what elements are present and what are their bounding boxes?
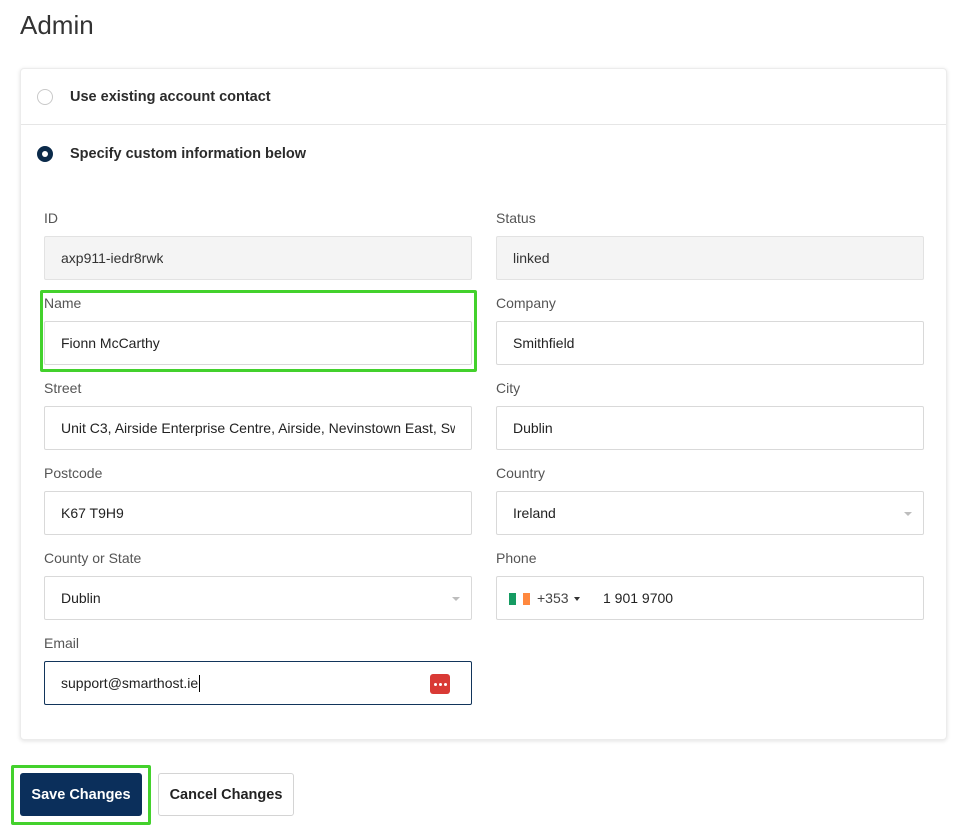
company-input[interactable]: Smithfield <box>496 321 924 365</box>
status-field: linked <box>496 236 924 280</box>
save-changes-button[interactable]: Save Changes <box>20 773 142 816</box>
email-label: Email <box>44 635 80 651</box>
phone-number-value: 1 901 9700 <box>603 590 674 606</box>
page-title: Admin <box>20 10 94 40</box>
county-state-label: County or State <box>44 550 142 566</box>
name-input[interactable]: Fionn McCarthy <box>44 321 472 365</box>
id-value: axp911-iedr8rwk <box>61 250 164 266</box>
company-value: Smithfield <box>513 335 575 351</box>
phone-input[interactable]: +353 1 901 9700 <box>496 576 924 620</box>
city-input[interactable]: Dublin <box>496 406 924 450</box>
postcode-value: K67 T9H9 <box>61 505 124 521</box>
ireland-flag-icon[interactable] <box>509 593 530 605</box>
name-label: Name <box>44 295 82 311</box>
chevron-down-icon <box>452 597 460 601</box>
option-custom-info-label: Specify custom information below <box>70 146 307 162</box>
option-existing-contact[interactable]: Use existing account contact <box>21 69 946 125</box>
id-label: ID <box>44 210 58 226</box>
status-label: Status <box>496 210 536 226</box>
postcode-input[interactable]: K67 T9H9 <box>44 491 472 535</box>
radio-custom-info[interactable] <box>37 146 53 162</box>
status-value: linked <box>513 250 550 266</box>
password-manager-icon[interactable] <box>430 674 450 694</box>
street-label: Street <box>44 380 82 396</box>
country-label: Country <box>496 465 546 481</box>
street-value: Unit C3, Airside Enterprise Centre, Airs… <box>61 420 455 436</box>
cancel-changes-button[interactable]: Cancel Changes <box>158 773 294 816</box>
phone-label: Phone <box>496 550 537 566</box>
country-select[interactable]: Ireland <box>496 491 924 535</box>
radio-existing-contact[interactable] <box>37 88 53 105</box>
email-input[interactable]: support@smarthost.ie <box>44 661 472 705</box>
name-value: Fionn McCarthy <box>61 335 160 351</box>
county-state-value: Dublin <box>61 590 101 606</box>
country-value: Ireland <box>513 505 556 521</box>
id-field: axp911-iedr8rwk <box>44 236 472 280</box>
email-value: support@smarthost.ie <box>61 675 199 691</box>
city-label: City <box>496 380 521 396</box>
street-input[interactable]: Unit C3, Airside Enterprise Centre, Airs… <box>44 406 472 450</box>
city-value: Dublin <box>513 420 553 436</box>
company-label: Company <box>496 295 556 311</box>
postcode-label: Postcode <box>44 465 103 481</box>
chevron-down-icon <box>904 512 912 516</box>
dial-code[interactable]: +353 <box>537 590 569 606</box>
admin-contact-card: Use existing account contact Specify cus… <box>20 68 947 740</box>
option-existing-contact-label: Use existing account contact <box>70 88 271 105</box>
county-state-select[interactable]: Dublin <box>44 576 472 620</box>
text-cursor <box>199 674 201 692</box>
option-custom-info[interactable]: Specify custom information below <box>21 126 946 182</box>
dial-code-caret-icon[interactable] <box>574 597 580 601</box>
